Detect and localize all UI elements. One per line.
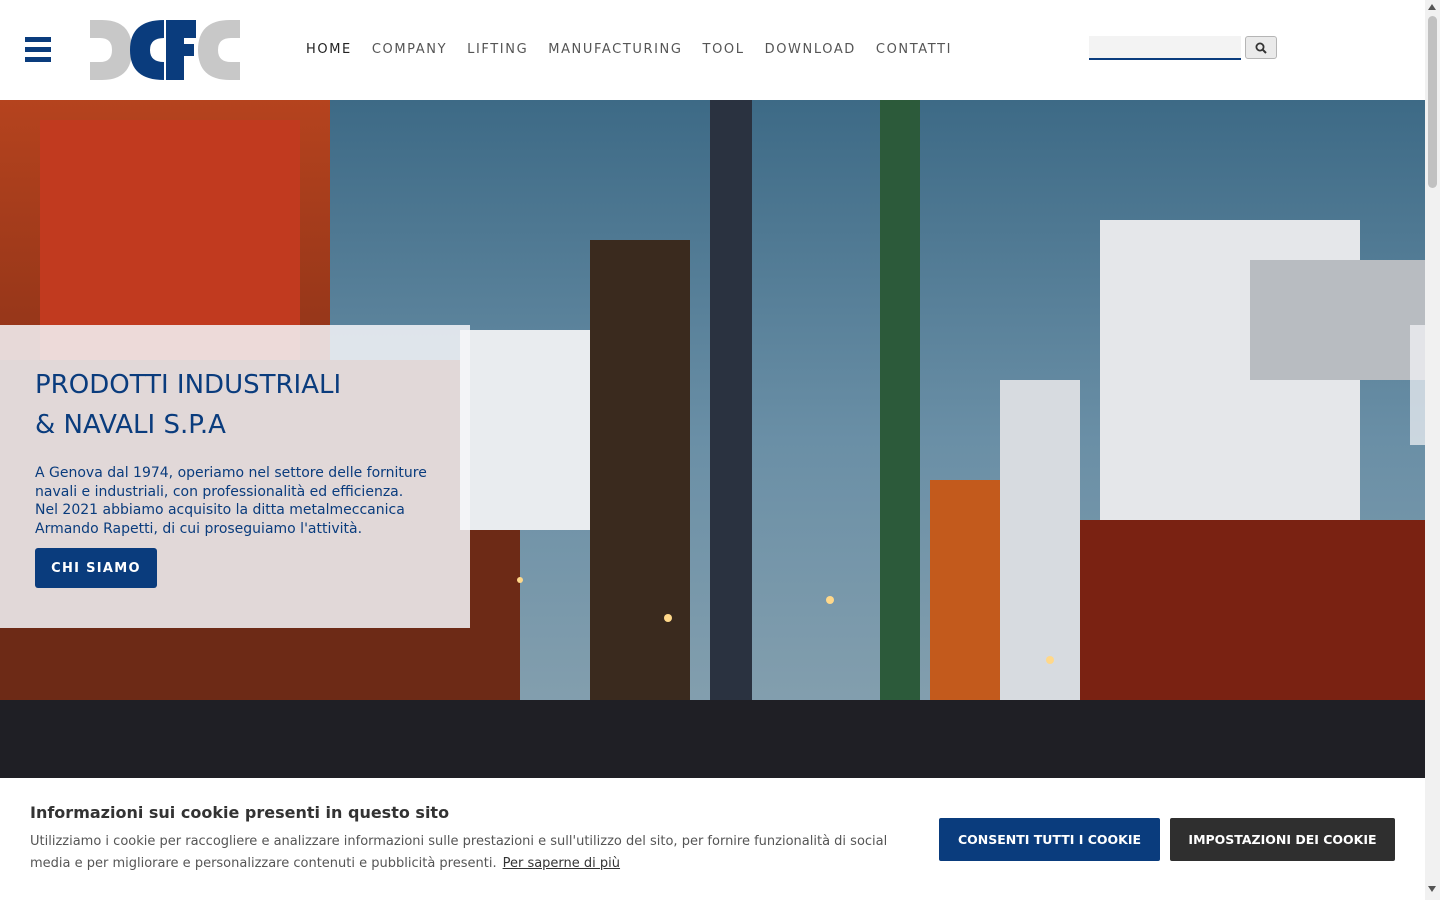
nav-company[interactable]: COMPANY [372, 40, 447, 60]
chi-siamo-button[interactable]: CHI SIAMO [35, 548, 157, 588]
cookie-settings-button[interactable]: IMPOSTAZIONI DEI COOKIE [1170, 818, 1395, 861]
main-nav: HOME COMPANY LIFTING MANUFACTURING TOOL … [306, 40, 952, 60]
nav-contatti[interactable]: CONTATTI [876, 40, 952, 60]
scrollbar-thumb[interactable] [1428, 16, 1437, 188]
hamburger-menu-icon[interactable] [25, 37, 51, 62]
hero-title-line1: PRODOTTI INDUSTRIALI [35, 370, 342, 400]
cookie-banner: Informazioni sui cookie presenti in ques… [0, 778, 1425, 900]
accept-all-cookies-button[interactable]: CONSENTI TUTTI I COOKIE [939, 818, 1160, 861]
scroll-up-arrow-icon[interactable] [1428, 4, 1436, 10]
dcfc-logo[interactable] [90, 20, 240, 80]
side-tab[interactable] [1410, 325, 1425, 445]
nav-manufacturing[interactable]: MANUFACTURING [548, 40, 682, 60]
page-scrollbar[interactable] [1425, 0, 1440, 900]
nav-home[interactable]: HOME [306, 40, 352, 60]
search-input[interactable] [1089, 36, 1241, 60]
search-icon [1255, 42, 1267, 54]
hero-description: A Genova dal 1974, operiamo nel settore … [35, 465, 427, 537]
hero-section: PRODOTTI INDUSTRIALI & NAVALI S.P.A A Ge… [0, 100, 1425, 780]
site-header: HOME COMPANY LIFTING MANUFACTURING TOOL … [0, 0, 1425, 100]
hero-panel: PRODOTTI INDUSTRIALI & NAVALI S.P.A A Ge… [0, 325, 470, 628]
cookie-description: Utilizziamo i cookie per raccogliere e a… [30, 834, 888, 871]
hero-title: PRODOTTI INDUSTRIALI & NAVALI S.P.A [35, 365, 341, 445]
nav-download[interactable]: DOWNLOAD [765, 40, 856, 60]
nav-lifting[interactable]: LIFTING [467, 40, 528, 60]
search-button[interactable] [1245, 36, 1277, 59]
hero-title-line2: & NAVALI S.P.A [35, 410, 226, 440]
cookie-title: Informazioni sui cookie presenti in ques… [30, 803, 450, 822]
cookie-text: Utilizziamo i cookie per raccogliere e a… [30, 831, 900, 875]
scroll-down-arrow-icon[interactable] [1428, 886, 1436, 892]
cookie-more-link[interactable]: Per saperne di più [503, 856, 620, 871]
nav-tool[interactable]: TOOL [703, 40, 745, 60]
